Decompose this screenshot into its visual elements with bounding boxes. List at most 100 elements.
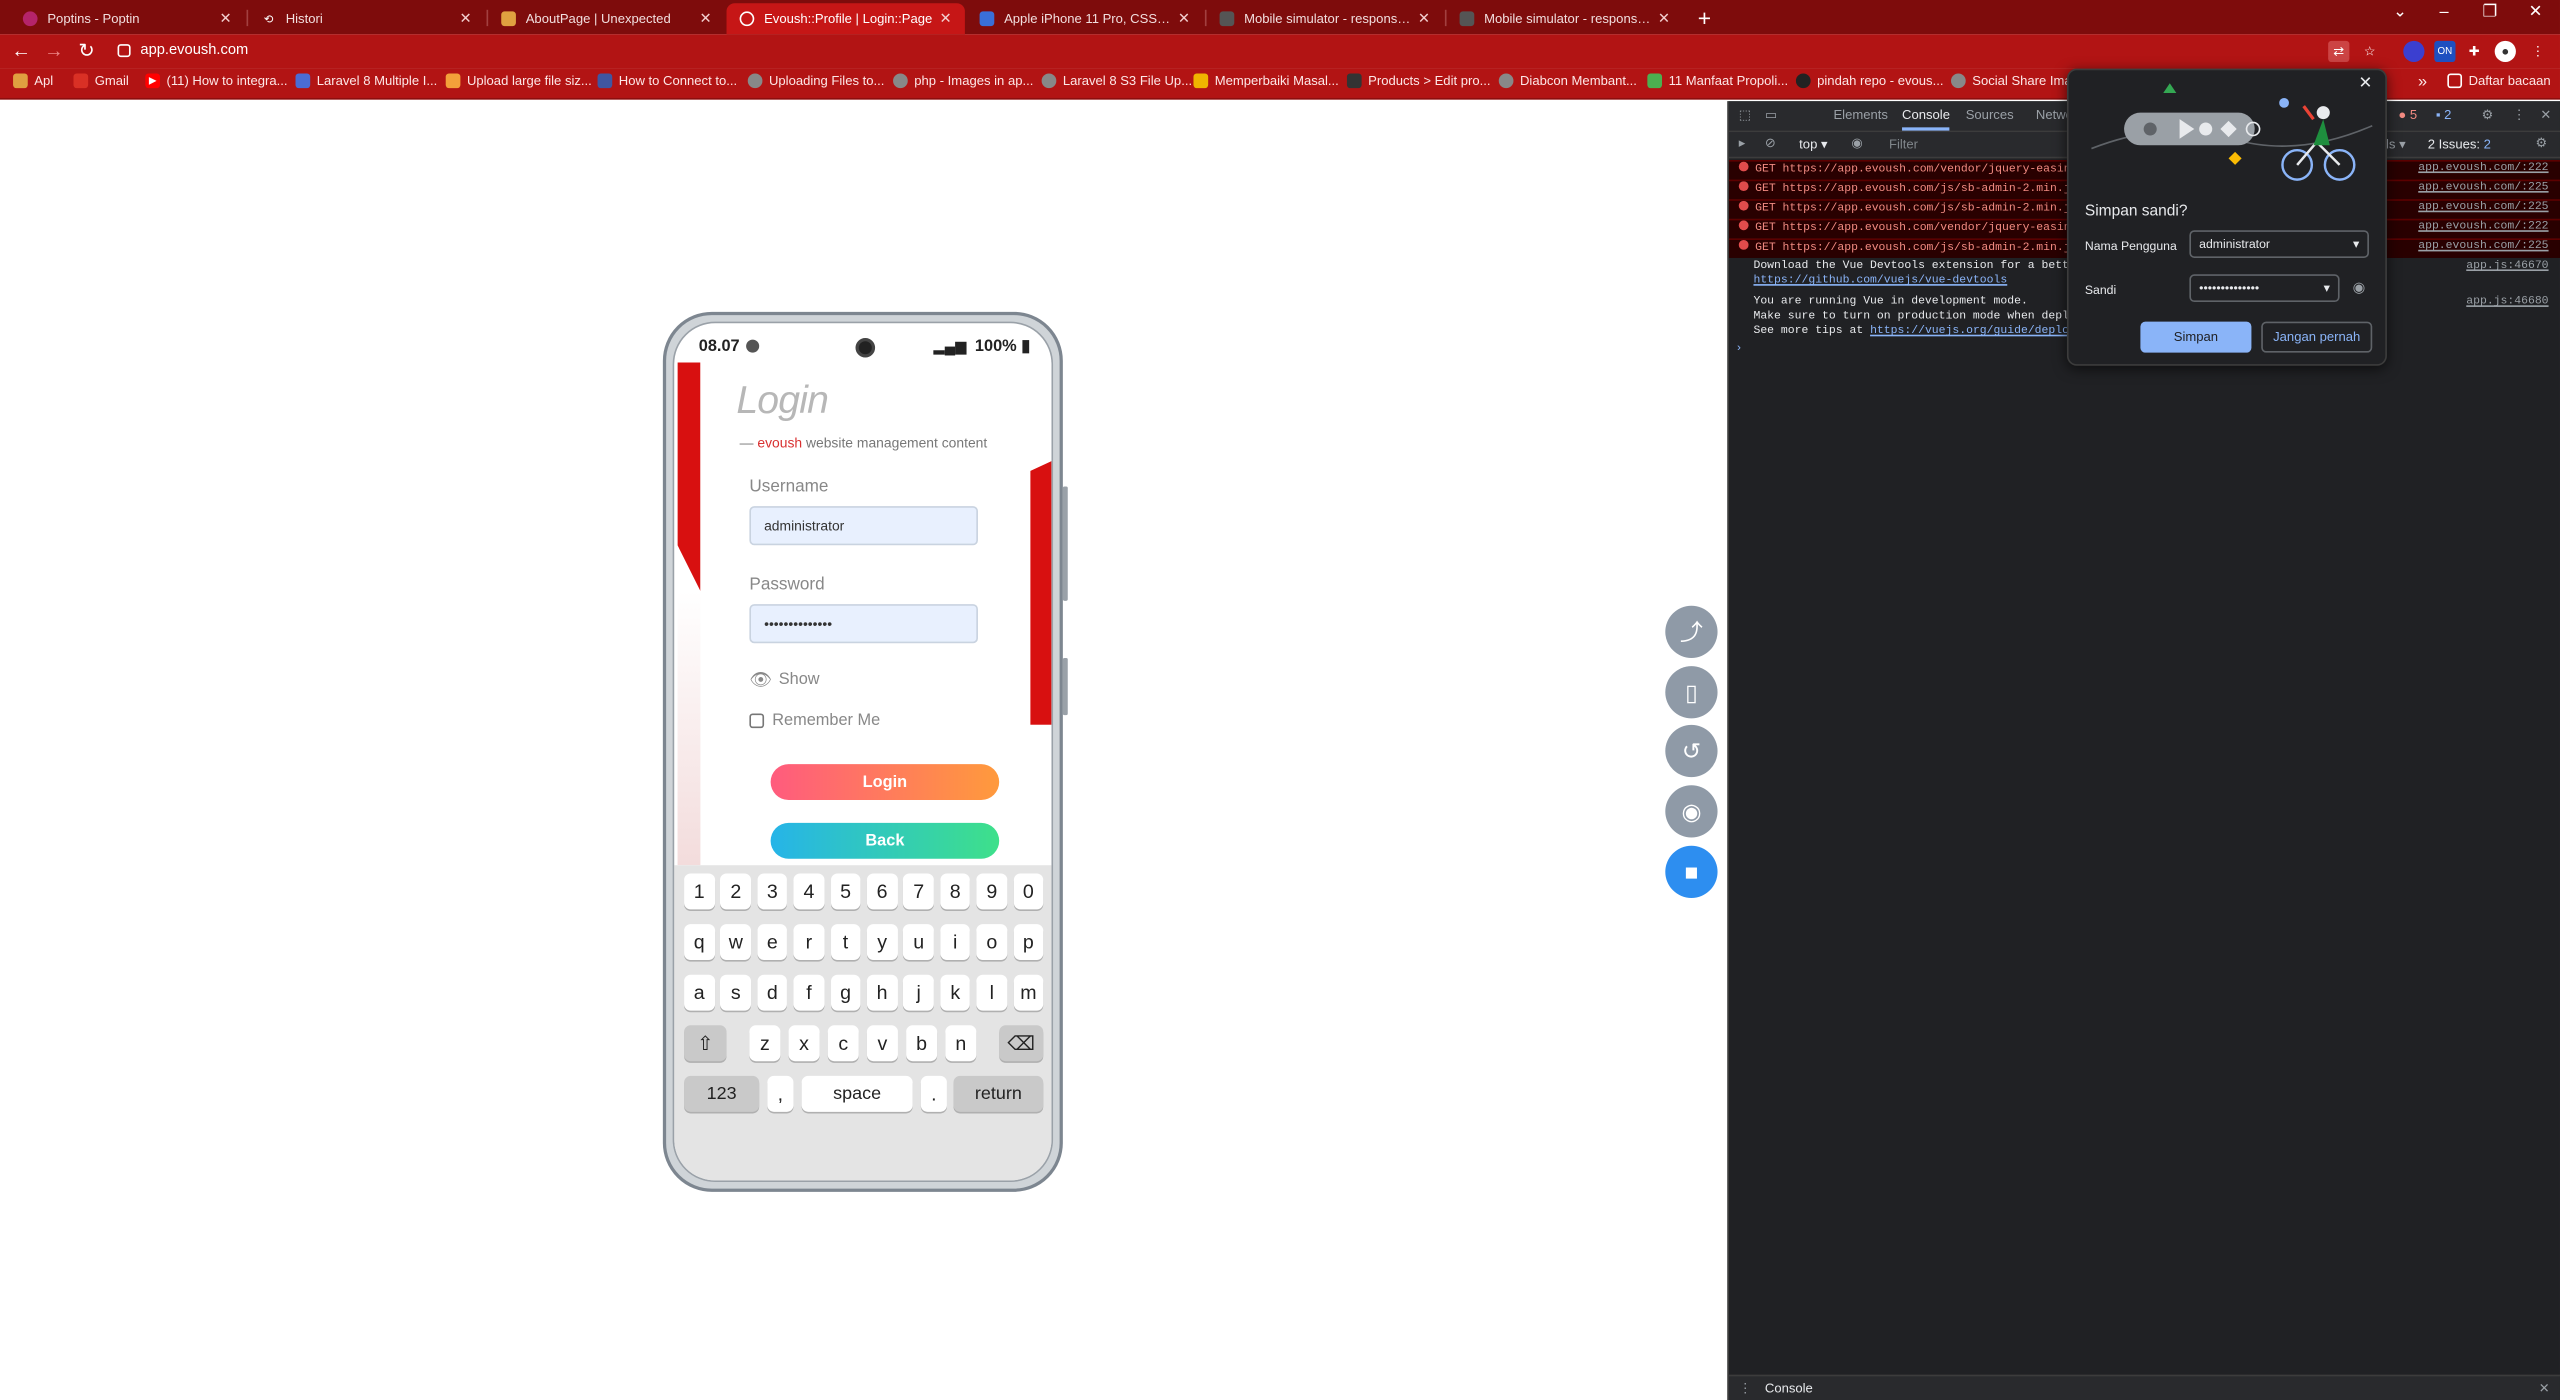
clear-console-icon[interactable]: ⊘ (1765, 136, 1776, 151)
key-d[interactable]: d (757, 974, 788, 1011)
log-source-link[interactable]: app.js:46670 (2466, 260, 2548, 273)
close-icon[interactable]: ✕ (220, 10, 232, 28)
back-button[interactable]: Back (770, 822, 1000, 859)
comma-key[interactable]: , (767, 1075, 794, 1112)
space-key[interactable]: space (801, 1075, 913, 1112)
password-select[interactable]: •••••••••••••• ▾ (2189, 274, 2340, 303)
back-arrow-icon[interactable]: ← (10, 39, 33, 62)
key-t[interactable]: t (830, 924, 861, 960)
backspace-key[interactable]: ⌫ (999, 1025, 1044, 1062)
tab-elements[interactable]: Elements (1833, 108, 1887, 123)
username-input[interactable]: administrator (749, 506, 978, 546)
key-e[interactable]: e (757, 924, 788, 960)
bookmark-uploading-files[interactable]: Uploading Files to... (747, 73, 884, 89)
new-tab-button[interactable]: + (1691, 5, 1717, 31)
close-icon[interactable]: ✕ (460, 10, 472, 28)
bookmark-diabcon[interactable]: Diabcon Membant... (1498, 73, 1637, 89)
key-q[interactable]: q (684, 924, 715, 960)
settings-gear-icon[interactable]: ⚙ (2482, 108, 2494, 123)
message-count-badge[interactable]: ▪ 2 (2436, 108, 2452, 123)
key-k[interactable]: k (940, 974, 971, 1011)
log-source-link[interactable]: app.evoush.com/:225 (2418, 181, 2548, 194)
key-5[interactable]: 5 (830, 873, 861, 910)
bookmark-upload-large[interactable]: Upload large file siz... (445, 73, 592, 89)
issues-button[interactable]: 2 Issues: 2 (2428, 137, 2491, 152)
key-v[interactable]: v (866, 1025, 898, 1062)
key-4[interactable]: 4 (793, 873, 825, 910)
more-options-icon[interactable]: ⋮ (2513, 108, 2526, 123)
password-input[interactable]: •••••••••••••• (749, 604, 978, 644)
close-devtools-icon[interactable]: ✕ (2540, 108, 2551, 123)
tab-history[interactable]: ⟲ Histori ✕ (248, 3, 485, 34)
save-password-button[interactable]: Simpan (2140, 321, 2252, 353)
shift-key[interactable]: ⇧ (684, 1025, 727, 1062)
bookmark-manfaat-propolis[interactable]: 11 Manfaat Propoli... (1647, 73, 1788, 89)
key-x[interactable]: x (788, 1025, 820, 1062)
key-n[interactable]: n (945, 1025, 977, 1062)
key-f[interactable]: f (793, 974, 825, 1011)
key-g[interactable]: g (830, 974, 861, 1011)
key-u[interactable]: u (903, 924, 934, 960)
key-6[interactable]: 6 (866, 873, 898, 910)
key-0[interactable]: 0 (1013, 873, 1044, 910)
key-8[interactable]: 8 (940, 873, 971, 910)
tab-apple-iphone[interactable]: Apple iPhone 11 Pro, CSS viewp ✕ (967, 3, 1204, 34)
bookmark-pindah-repo[interactable]: pindah repo - evous... (1795, 73, 1943, 89)
rotate-button[interactable]: ↺ (1665, 724, 1718, 778)
bookmark-social-share[interactable]: Social Share Imag (1951, 73, 2079, 89)
tab-aboutpage[interactable]: AboutPage | Unexpected ✕ (488, 3, 725, 34)
extension-icon[interactable] (2403, 40, 2425, 63)
key-l[interactable]: l (976, 974, 1007, 1011)
bookmark-php-images[interactable]: php - Images in ap... (893, 73, 1033, 89)
key-c[interactable]: c (827, 1025, 859, 1062)
reading-list-button[interactable]: Daftar bacaan (2447, 73, 2551, 89)
extension-icon[interactable]: ON (2434, 40, 2456, 63)
period-key[interactable]: . (920, 1075, 947, 1112)
tab-mobile-simulator-1[interactable]: Mobile simulator - responsive te ✕ (1207, 3, 1444, 34)
bookmark-how-to-connect[interactable]: How to Connect to... (597, 73, 737, 89)
sidebar-toggle-icon[interactable]: ▸ (1739, 136, 1746, 151)
tab-sources[interactable]: Sources (1966, 108, 2014, 123)
address-bar[interactable]: app.evoush.com (140, 41, 248, 57)
checkbox-box[interactable] (749, 713, 765, 729)
minimize-icon[interactable]: – (2428, 3, 2461, 21)
key-j[interactable]: j (903, 974, 934, 1011)
drawer-menu-icon[interactable]: ⋮ (1739, 1381, 1752, 1396)
tab-search-icon[interactable]: ⌄ (2384, 3, 2417, 21)
device-toolbar-icon[interactable]: ▭ (1765, 108, 1777, 123)
tab-mobile-simulator-2[interactable]: Mobile simulator - responsive te ✕ (1447, 3, 1684, 34)
key-9[interactable]: 9 (976, 873, 1007, 910)
login-button[interactable]: Login (770, 764, 1000, 800)
context-select[interactable]: top ▾ (1799, 137, 1827, 152)
key-2[interactable]: 2 (720, 873, 751, 910)
key-b[interactable]: b (906, 1025, 938, 1062)
key-7[interactable]: 7 (903, 873, 934, 910)
remember-me-checkbox[interactable]: Remember Me (749, 712, 880, 730)
numbers-key[interactable]: 123 (684, 1075, 760, 1112)
key-s[interactable]: s (720, 974, 751, 1011)
bookmark-apps[interactable]: Apl (13, 73, 53, 89)
key-r[interactable]: r (793, 924, 825, 960)
never-save-button[interactable]: Jangan pernah (2261, 321, 2373, 353)
filter-input[interactable]: Filter (1889, 137, 1918, 152)
bookmark-memperbaiki[interactable]: Memperbaiki Masal... (1193, 73, 1339, 89)
key-o[interactable]: o (976, 924, 1007, 960)
close-icon[interactable]: ✕ (940, 10, 952, 28)
key-p[interactable]: p (1013, 924, 1044, 960)
close-icon[interactable]: ✕ (1418, 10, 1430, 28)
device-button[interactable]: ▯ (1665, 666, 1718, 719)
tab-evoush-login[interactable]: Evoush::Profile | Login::Page ✕ (726, 3, 965, 35)
eye-icon[interactable]: ◉ (2353, 279, 2366, 297)
share-button[interactable]: ⤴ (1665, 605, 1718, 658)
close-window-icon[interactable]: ✕ (2519, 3, 2552, 21)
close-icon[interactable]: ✕ (2359, 75, 2373, 93)
avatar[interactable]: ● (2494, 40, 2516, 63)
log-source-link[interactable]: app.evoush.com/:222 (2418, 220, 2548, 233)
bookmark-laravel-s3[interactable]: Laravel 8 S3 File Up... (1041, 73, 1192, 89)
username-select[interactable]: administrator ▾ (2189, 230, 2369, 258)
show-password-toggle[interactable]: 👁 Show (749, 669, 819, 691)
live-expression-eye-icon[interactable]: ◉ (1851, 136, 1862, 151)
puzzle-extensions-icon[interactable]: ✚ (2464, 41, 2485, 62)
bookmark-gmail[interactable]: Gmail (73, 73, 129, 89)
reload-icon[interactable]: ↻ (75, 39, 98, 62)
